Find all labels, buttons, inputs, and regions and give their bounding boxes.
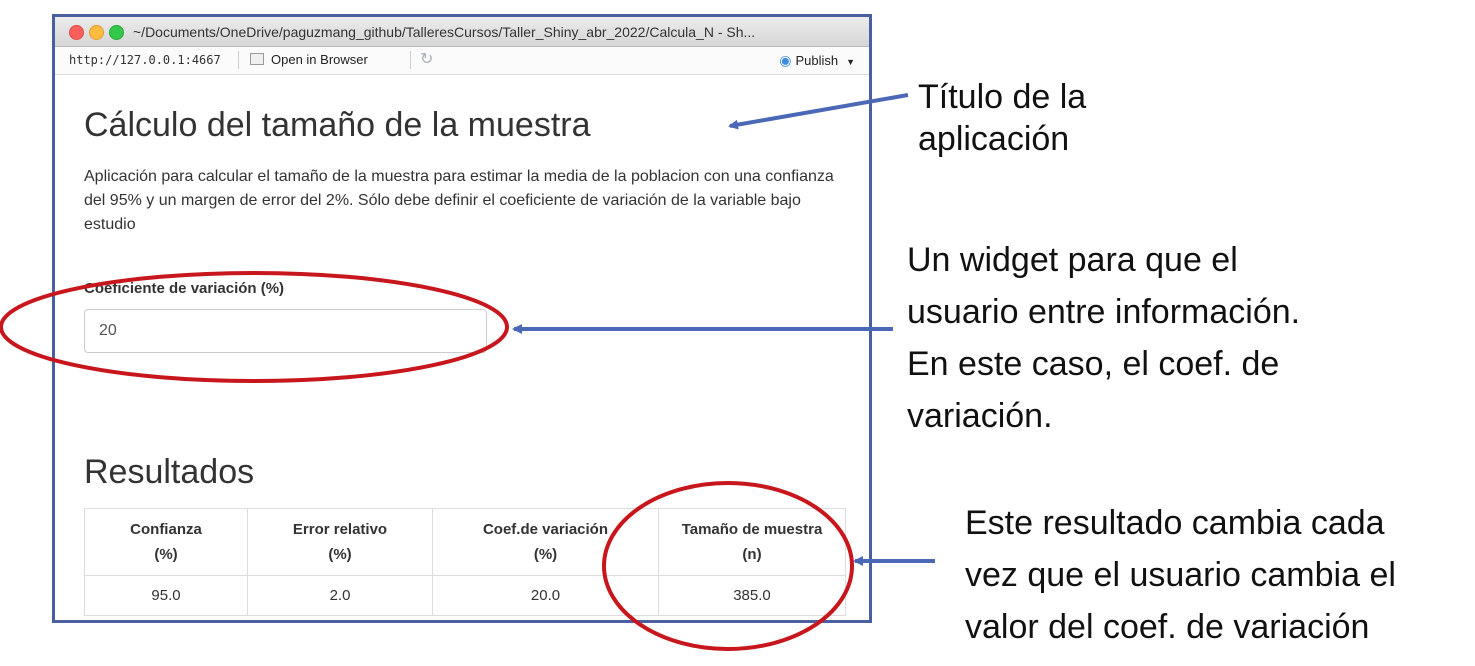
annotation-overlay [0, 93, 935, 651]
arrow-to-title [728, 93, 909, 130]
ellipse-widget [0, 271, 509, 383]
ellipse-result [602, 481, 854, 651]
